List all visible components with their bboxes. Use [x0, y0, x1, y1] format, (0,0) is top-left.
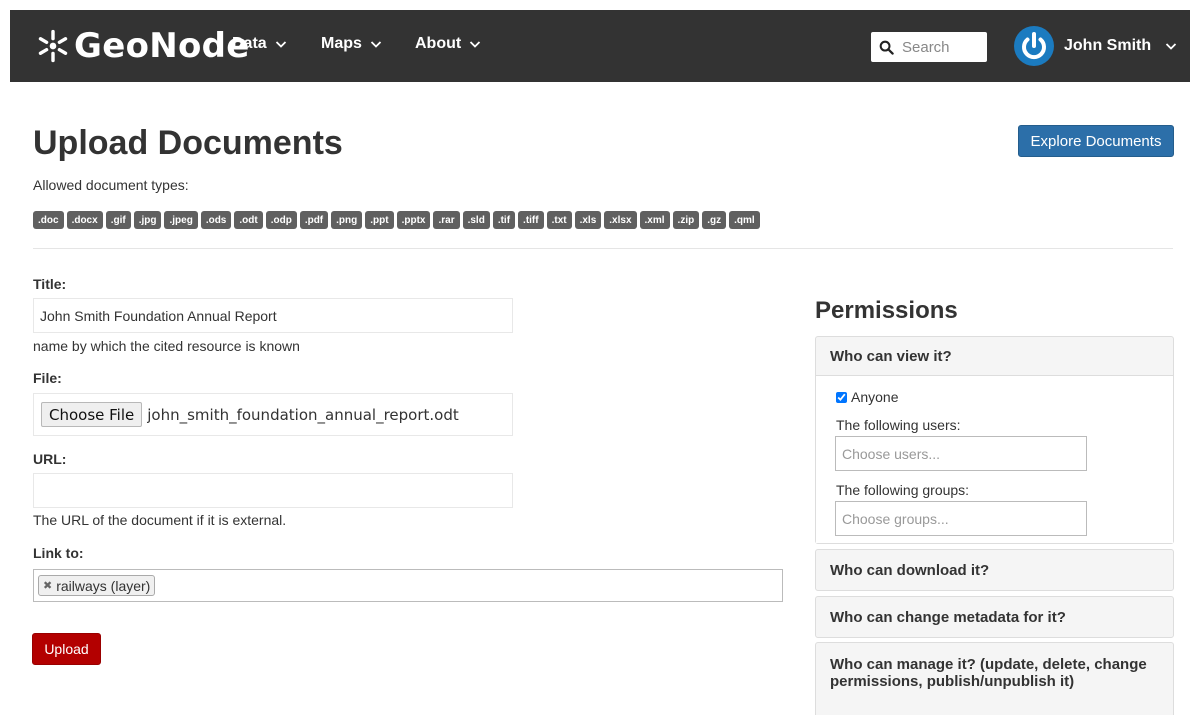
- divider: [33, 248, 1173, 249]
- document-type-badges: .doc .docx .gif .jpg .jpeg .ods .odt .odp .pdf .p…: [33, 211, 760, 229]
- groups-select-input[interactable]: [835, 501, 1087, 536]
- navbar: GeoNode Data Maps About John Smith: [10, 10, 1190, 82]
- search-input[interactable]: [902, 38, 980, 56]
- document-type-badge: .jpeg: [164, 211, 198, 229]
- anyone-option[interactable]: Anyone: [836, 389, 898, 405]
- brand-logo[interactable]: GeoNode: [34, 24, 250, 68]
- nav-about-menu[interactable]: About: [415, 35, 481, 53]
- brand-text: GeoNode: [74, 26, 250, 66]
- view-permissions-header[interactable]: Who can view it?: [816, 337, 1173, 375]
- document-type-badge: .ods: [200, 211, 232, 229]
- chevron-down-icon: [470, 41, 481, 48]
- manage-permissions-panel: Who can manage it? (update, delete, chan…: [815, 642, 1174, 715]
- manage-permissions-header[interactable]: Who can manage it? (update, delete, chan…: [816, 643, 1173, 690]
- document-type-badge: .rar: [433, 211, 460, 229]
- file-input[interactable]: Choose File john_smith_foundation_annual…: [33, 393, 513, 436]
- document-type-badge: .pdf: [299, 211, 329, 229]
- remove-tag-icon[interactable]: ✖: [43, 579, 52, 592]
- document-type-badge: .docx: [66, 211, 103, 229]
- linked-resource-label: railways (layer): [56, 577, 151, 594]
- power-icon: [1022, 32, 1046, 60]
- title-label: Title:: [33, 276, 67, 292]
- nav-maps-menu[interactable]: Maps: [321, 35, 382, 53]
- document-type-badge: .odt: [234, 211, 263, 229]
- search-box[interactable]: [871, 32, 987, 62]
- view-permissions-body: Anyone The following users: The followin…: [816, 375, 1173, 543]
- users-label: The following users:: [836, 417, 961, 433]
- document-type-badge: .gz: [702, 211, 727, 229]
- geonode-logo-icon: [38, 29, 68, 63]
- url-label: URL:: [33, 451, 67, 467]
- document-type-badge: .jpg: [133, 211, 162, 229]
- link-to-input[interactable]: ✖ railways (layer): [33, 569, 783, 602]
- view-permissions-panel: Who can view it? Anyone The following us…: [815, 336, 1174, 544]
- url-help-text: The URL of the document if it is externa…: [33, 512, 287, 528]
- selected-file-name: john_smith_foundation_annual_report.odt: [147, 405, 459, 424]
- document-type-badge: .sld: [462, 211, 490, 229]
- groups-label: The following groups:: [836, 482, 970, 498]
- user-name: John Smith: [1064, 37, 1152, 54]
- document-type-badge: .tiff: [518, 211, 544, 229]
- metadata-permissions-header[interactable]: Who can change metadata for it?: [816, 597, 1173, 637]
- nav-about-label: About: [415, 35, 462, 52]
- chevron-down-icon: [370, 41, 382, 48]
- allowed-types-label: Allowed document types:: [33, 177, 189, 193]
- metadata-permissions-panel: Who can change metadata for it?: [815, 596, 1174, 638]
- document-type-badge: .pptx: [396, 211, 431, 229]
- permissions-title: Permissions: [815, 297, 958, 324]
- document-type-badge: .txt: [546, 211, 572, 229]
- document-type-badge: .qml: [729, 211, 760, 229]
- document-type-badge: .odp: [265, 211, 297, 229]
- document-type-badge: .tif: [492, 211, 516, 229]
- file-label: File:: [33, 370, 62, 386]
- linked-resource-tag: ✖ railways (layer): [38, 575, 156, 596]
- document-type-badge: .zip: [672, 211, 700, 229]
- download-permissions-header[interactable]: Who can download it?: [816, 550, 1173, 590]
- search-icon: [879, 40, 894, 55]
- user-menu[interactable]: John Smith: [1014, 26, 1177, 66]
- chevron-down-icon: [275, 41, 286, 48]
- nav-data-label: Data: [232, 35, 267, 52]
- url-input[interactable]: [33, 473, 513, 508]
- document-type-badge: .ppt: [365, 211, 394, 229]
- choose-file-button[interactable]: Choose File: [41, 402, 143, 427]
- document-type-badge: .xlsx: [604, 211, 637, 229]
- title-input[interactable]: [33, 298, 513, 333]
- document-type-badge: .gif: [105, 211, 131, 229]
- anyone-label: Anyone: [851, 389, 899, 405]
- chevron-down-icon: [1165, 43, 1177, 50]
- upload-button[interactable]: Upload: [32, 633, 101, 665]
- avatar: [1014, 26, 1054, 66]
- document-type-badge: .doc: [33, 211, 64, 229]
- link-to-label: Link to:: [33, 545, 84, 561]
- explore-documents-button[interactable]: Explore Documents: [1018, 125, 1174, 157]
- document-type-badge: .xml: [639, 211, 670, 229]
- anyone-checkbox[interactable]: [836, 391, 847, 403]
- users-select-input[interactable]: [835, 436, 1087, 471]
- nav-maps-label: Maps: [321, 35, 362, 52]
- nav-data-menu[interactable]: Data: [232, 35, 287, 53]
- document-type-badge: .xls: [574, 211, 602, 229]
- document-type-badge: .png: [331, 211, 363, 229]
- title-help-text: name by which the cited resource is know…: [33, 338, 300, 354]
- page-title: Upload Documents: [33, 124, 343, 162]
- download-permissions-panel: Who can download it?: [815, 549, 1174, 591]
